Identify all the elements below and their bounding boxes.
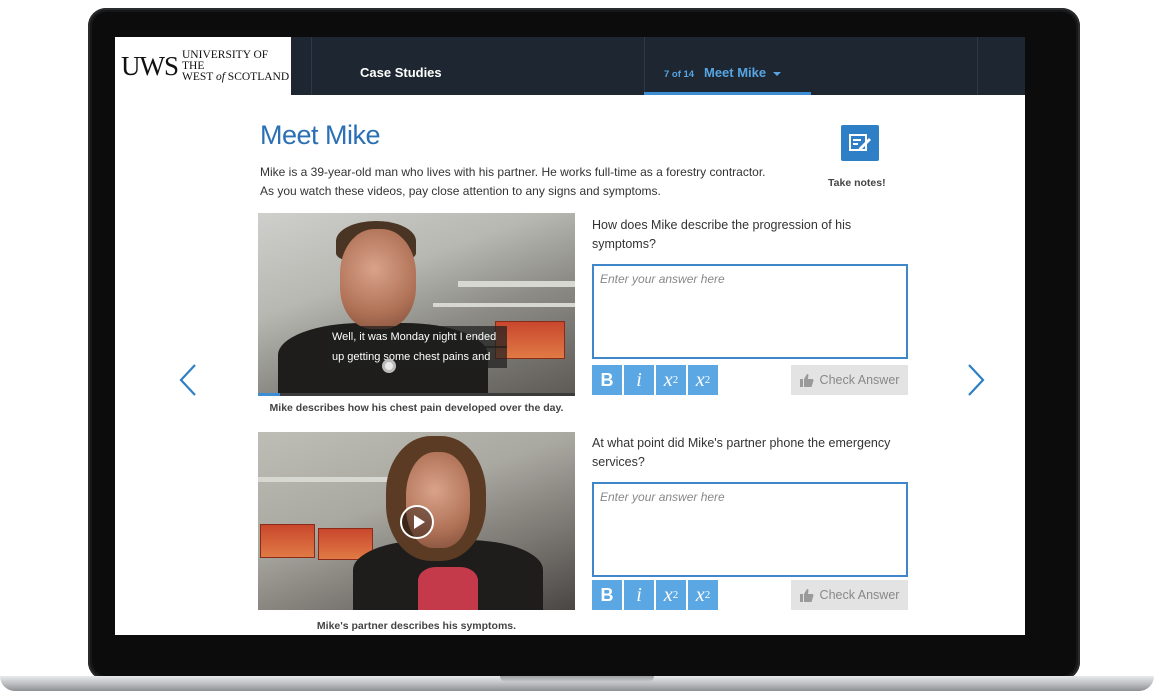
video-caption-1: Mike describes how his chest pain develo… — [269, 402, 564, 414]
italic-button[interactable]: i — [624, 365, 654, 395]
nav-page-title: Meet Mike — [704, 65, 767, 80]
nav-case-studies[interactable]: Case Studies — [360, 65, 442, 80]
intro-line-1: Mike is a 39-year-old man who lives with… — [260, 165, 766, 179]
check-answer-label: Check Answer — [819, 373, 900, 387]
italic-button[interactable]: i — [624, 580, 654, 610]
top-nav: UWS UNIVERSITY OF THE WEST of SCOTLAND C… — [115, 37, 1025, 95]
video-subtitle-line-2: up getting some chest pains and — [327, 346, 507, 368]
notes-edit-icon — [849, 134, 871, 151]
screen: UWS UNIVERSITY OF THE WEST of SCOTLAND C… — [115, 37, 1025, 635]
bold-button[interactable]: B — [592, 365, 622, 395]
superscript-mark: 2 — [704, 374, 711, 386]
question-2-text: At what point did Mike's partner phone t… — [592, 436, 891, 469]
question-1-text: How does Mike describe the progression o… — [592, 218, 852, 251]
uws-logo[interactable]: UWS UNIVERSITY OF THE WEST of SCOTLAND — [115, 37, 291, 95]
shelf — [458, 281, 575, 287]
video-progress-fill — [258, 393, 281, 396]
page-title: Meet Mike — [260, 120, 381, 150]
italic-glyph: i — [636, 368, 642, 391]
person-shirt — [418, 567, 478, 610]
nav-divider — [977, 37, 978, 95]
logo-text: UNIVERSITY OF THE WEST of SCOTLAND — [182, 48, 291, 83]
subscript-button[interactable]: x2 — [656, 580, 686, 610]
video-progress-bar[interactable] — [258, 393, 575, 396]
logo-line-1: UNIVERSITY OF THE — [182, 48, 269, 72]
chevron-down-icon — [773, 72, 781, 76]
shelf-box — [260, 524, 315, 558]
take-notes-label[interactable]: Take notes! — [828, 177, 886, 189]
subscript-base: x — [663, 368, 673, 391]
shelf — [258, 477, 388, 482]
lapel-mic — [382, 359, 396, 373]
nav-page-selector[interactable]: 7 of 14 Meet Mike — [644, 37, 811, 95]
nav-divider — [311, 37, 312, 95]
superscript-base: x — [695, 368, 705, 391]
laptop-notch — [500, 676, 654, 682]
check-answer-label: Check Answer — [819, 588, 900, 602]
subscript-button[interactable]: x2 — [656, 365, 686, 395]
answer-input-1[interactable] — [592, 264, 908, 359]
bold-button[interactable]: B — [592, 580, 622, 610]
intro-text: Mike is a 39-year-old man who lives with… — [260, 163, 820, 201]
play-icon[interactable] — [400, 505, 434, 539]
chevron-right-icon[interactable] — [965, 363, 987, 397]
thumbs-up-icon — [799, 588, 814, 602]
italic-glyph: i — [636, 583, 642, 606]
thumbs-up-icon — [799, 373, 814, 387]
intro-line-2: As you watch these videos, pay close att… — [260, 184, 661, 198]
logo-line-2b: of — [215, 70, 225, 83]
subscript-mark: 2 — [672, 374, 679, 386]
format-toolbar-1: B i x2 x2 — [592, 365, 718, 395]
subscript-mark: 2 — [672, 589, 679, 601]
superscript-mark: 2 — [704, 589, 711, 601]
chevron-left-icon[interactable] — [177, 363, 199, 397]
logo-line-2c: SCOTLAND — [224, 70, 290, 83]
logo-mark: UWS — [121, 50, 179, 81]
person-face — [340, 229, 416, 329]
video-player-2[interactable] — [258, 432, 575, 610]
shelf — [433, 303, 575, 307]
answer-input-2[interactable] — [592, 482, 908, 577]
take-notes-button[interactable] — [841, 125, 879, 161]
superscript-base: x — [695, 583, 705, 606]
video-subtitle-line-1: Well, it was Monday night I ended — [327, 326, 507, 348]
check-answer-button-2[interactable]: Check Answer — [791, 580, 908, 610]
check-answer-button-1[interactable]: Check Answer — [791, 365, 908, 395]
video-player-1[interactable]: Well, it was Monday night I ended up get… — [258, 213, 575, 396]
page-counter: 7 of 14 — [664, 69, 695, 80]
format-toolbar-2: B i x2 x2 — [592, 580, 718, 610]
subscript-base: x — [663, 583, 673, 606]
video-caption-2: Mike's partner describes his symptoms. — [316, 620, 517, 632]
superscript-button[interactable]: x2 — [688, 365, 718, 395]
logo-line-2a: WEST — [182, 70, 216, 83]
superscript-button[interactable]: x2 — [688, 580, 718, 610]
